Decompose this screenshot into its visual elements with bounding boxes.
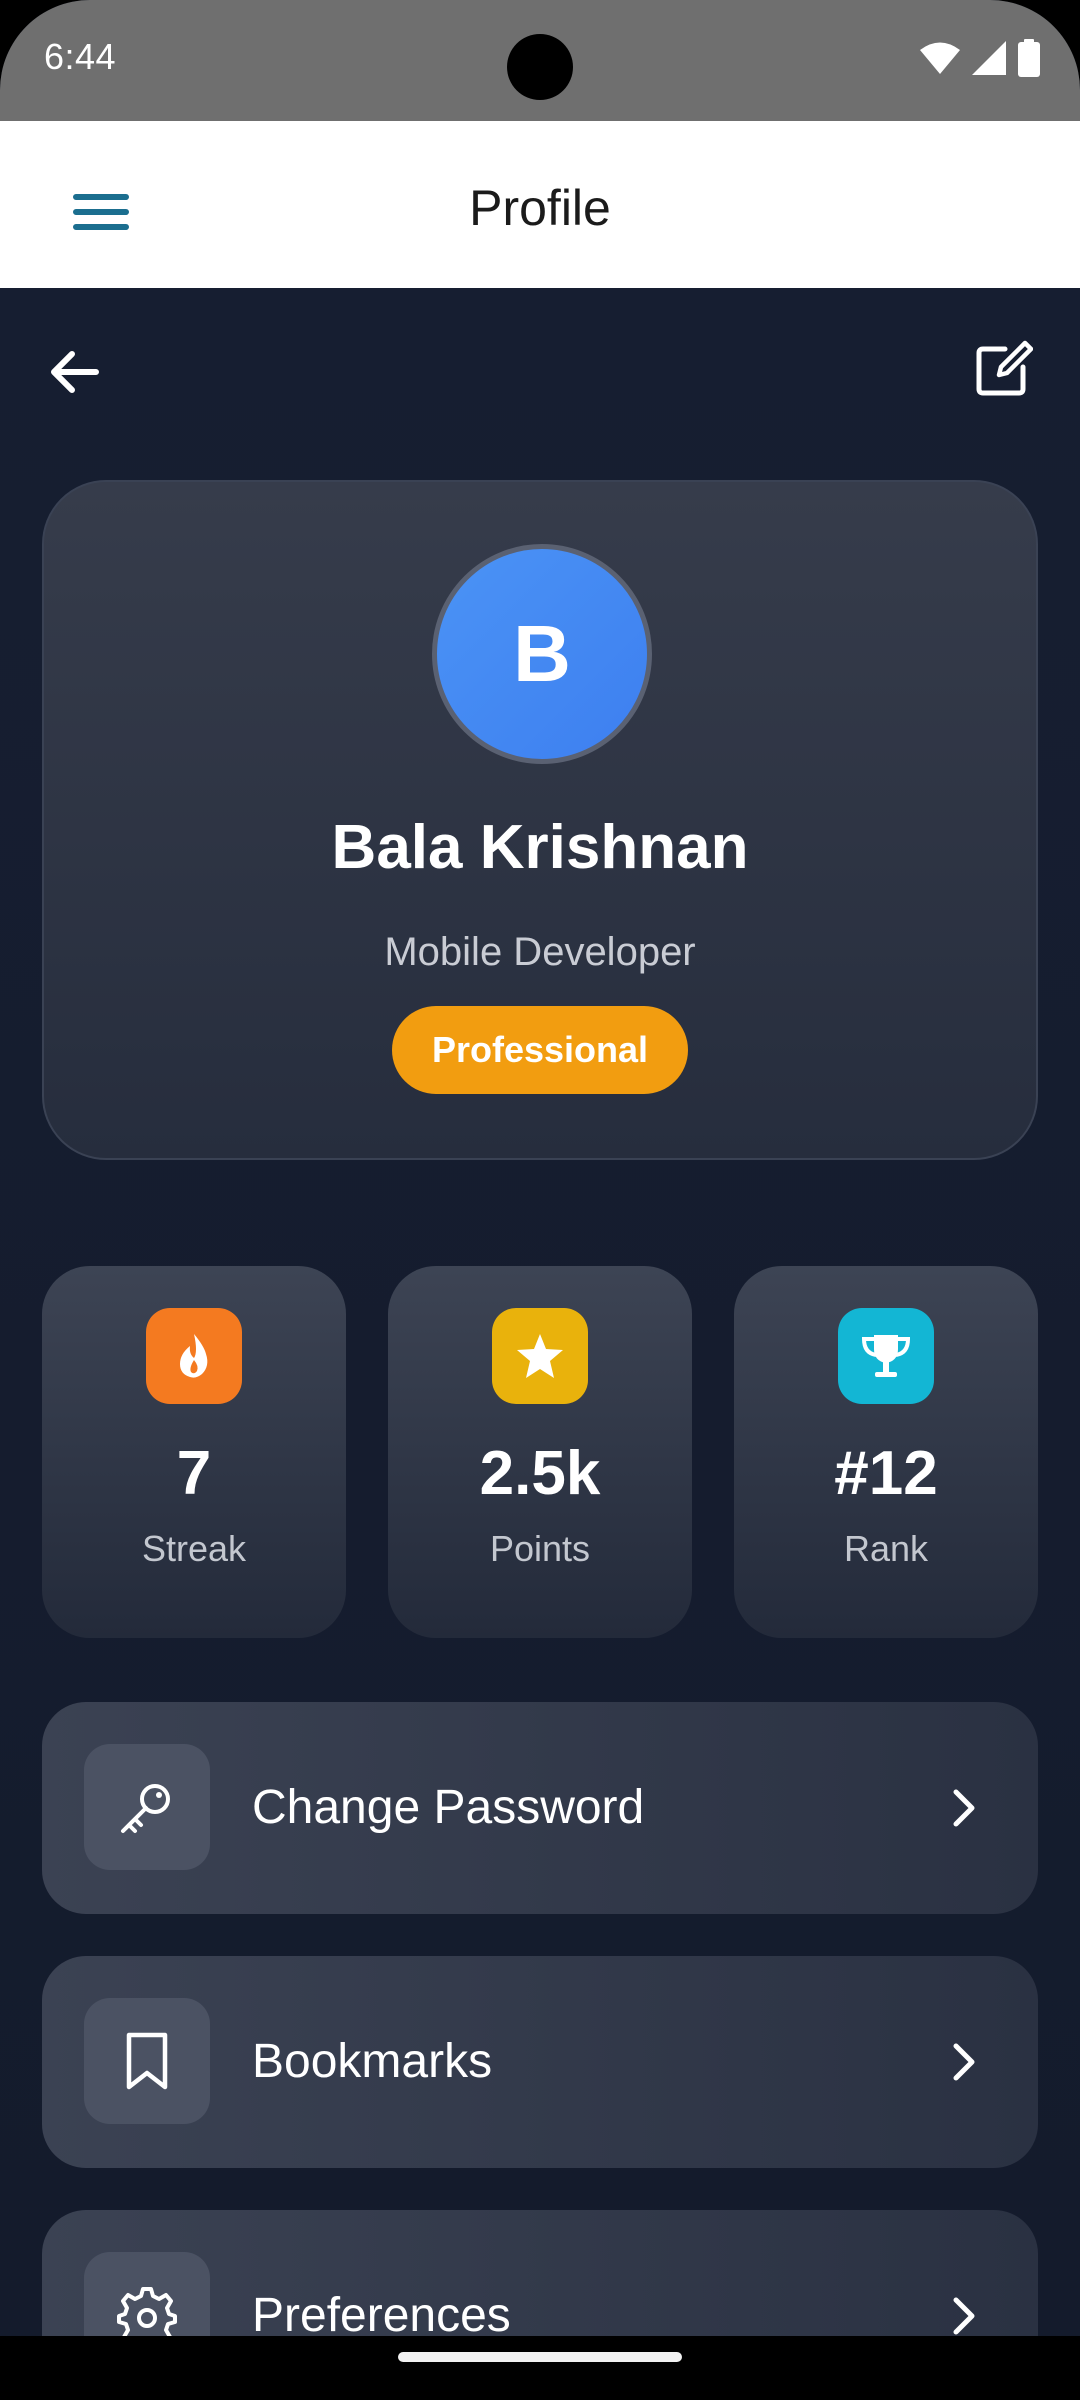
arrow-left-icon <box>51 351 99 393</box>
page-title: Profile <box>469 180 611 236</box>
stat-label-streak: Streak <box>141 1528 247 1569</box>
back-button[interactable] <box>38 336 110 408</box>
stat-value-rank: #12 <box>834 1439 938 1508</box>
chevron-right-icon <box>940 1784 988 1832</box>
stat-value-points: 2.5k <box>479 1439 601 1508</box>
stat-card-streak: 7 Streak <box>42 1266 346 1638</box>
stat-value-streak: 7 <box>176 1439 212 1508</box>
status-badge: Professional <box>392 1006 688 1094</box>
status-icons <box>920 38 1040 78</box>
menu-label-change-password: Change Password <box>252 1781 645 1834</box>
wifi-icon <box>920 42 960 74</box>
status-bar: 6:44 <box>0 0 1080 121</box>
stat-card-points: 2.5k Points <box>388 1266 692 1638</box>
app-bar: Profile <box>0 121 1080 288</box>
bookmark-icon <box>84 1998 210 2124</box>
flame-icon <box>146 1308 242 1404</box>
profile-content[interactable]: B Bala Krishnan Mobile Developer Profess… <box>0 288 1080 2400</box>
camera-cutout <box>507 34 573 100</box>
avatar: B <box>432 544 652 764</box>
change-password-item[interactable]: Change Password <box>42 1702 1038 1914</box>
key-icon <box>84 1744 210 1870</box>
edit-icon <box>976 340 1033 396</box>
edit-button[interactable] <box>966 330 1042 406</box>
profile-name: Bala Krishnan <box>331 813 749 882</box>
navigation-bar <box>0 2336 1080 2400</box>
status-time: 6:44 <box>44 36 117 77</box>
bookmarks-item[interactable]: Bookmarks <box>42 1956 1038 2168</box>
chevron-right-icon <box>940 2292 988 2340</box>
profile-card: B Bala Krishnan Mobile Developer Profess… <box>42 480 1038 1160</box>
stat-label-points: Points <box>489 1528 591 1569</box>
stat-card-rank: #12 Rank <box>734 1266 1038 1638</box>
star-icon <box>492 1308 588 1404</box>
menu-label-bookmarks: Bookmarks <box>252 2035 493 2088</box>
stat-label-rank: Rank <box>843 1528 929 1569</box>
chevron-right-icon <box>940 2038 988 2086</box>
profile-role: Mobile Developer <box>384 930 696 974</box>
home-gesture-handle[interactable] <box>398 2352 682 2362</box>
menu-label-preferences: Preferences <box>252 2289 511 2342</box>
trophy-icon <box>838 1308 934 1404</box>
device-screen: 6:44 Profile B Bala Krishnan Mobile Deve… <box>0 0 1080 2400</box>
battery-icon <box>1018 39 1040 77</box>
signal-icon <box>972 41 1006 75</box>
